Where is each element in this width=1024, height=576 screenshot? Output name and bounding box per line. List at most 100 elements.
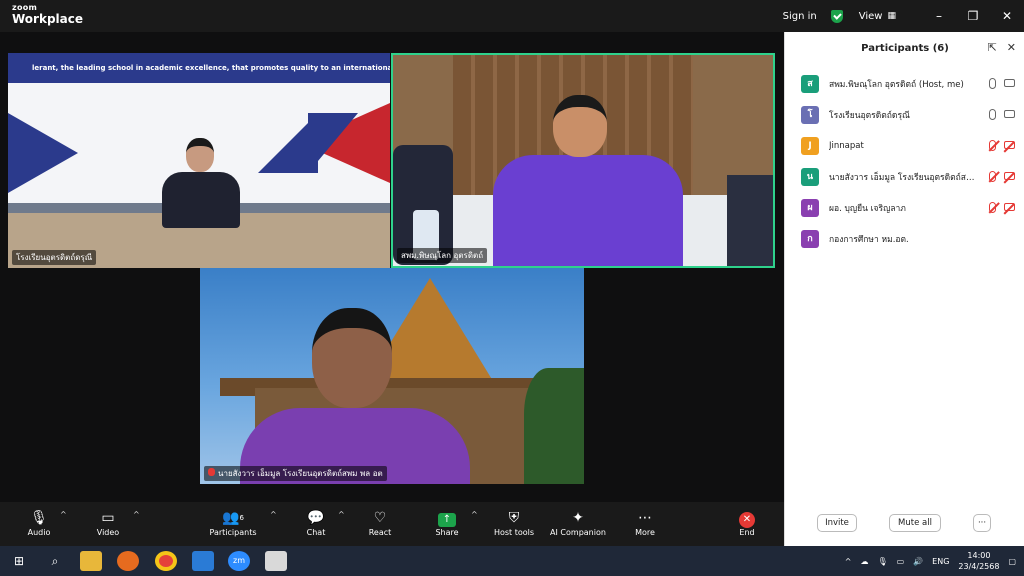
file-explorer-icon[interactable]	[80, 551, 102, 571]
participant-name: Jinnapat	[829, 140, 864, 151]
end-button[interactable]: ✕ End	[717, 508, 777, 537]
windows-start-icon[interactable]: ⊞	[8, 551, 30, 571]
video-camera-icon[interactable]	[1004, 110, 1015, 118]
shield-check-icon[interactable]	[830, 9, 843, 23]
participant-name: สพม.พิษณุโลก อุตรดิตถ์ (Host, me)	[829, 79, 964, 90]
firefox-icon[interactable]	[117, 551, 139, 571]
body	[162, 172, 240, 228]
participant-name: ผอ. บุญยืน เจริญลาภ	[829, 203, 906, 214]
mic-muted-icon[interactable]	[989, 202, 996, 213]
video-name-tag: สพม.พิษณุโลก อุตรดิตถ์	[397, 248, 488, 263]
speaker-head	[553, 95, 607, 157]
participants-panel: Participants (6) ⇱ ✕ สสพม.พิษณุโลก อุตรด…	[784, 32, 1024, 546]
time: 14:00	[967, 551, 991, 560]
participant-row[interactable]: โ โรงเรียนอุตรดิตถ์ดรุณี	[785, 99, 1024, 130]
notifications-icon[interactable]: ▢	[1008, 557, 1016, 566]
avatar: ส	[801, 74, 819, 93]
host-tools-button[interactable]: ⛨ Host tools	[484, 508, 544, 537]
search-icon[interactable]: ⌕	[44, 551, 66, 571]
camera-off-icon[interactable]	[1004, 141, 1015, 149]
popout-icon[interactable]: ⇱	[988, 41, 997, 54]
network-icon[interactable]: ▭	[897, 557, 905, 566]
cloud-icon[interactable]: ☁	[860, 557, 868, 566]
language-indicator[interactable]: ENG	[932, 557, 949, 566]
photos-icon[interactable]	[265, 551, 287, 571]
video-tile-active-speaker[interactable]: สพม.พิษณุโลก อุตรดิตถ์	[391, 53, 775, 268]
video-name-tag: โรงเรียนอุตรดิตถ์ดรุณี	[12, 250, 97, 265]
avatar: โ	[801, 105, 819, 124]
avatar: ผ	[801, 198, 819, 217]
video-tile-school[interactable]: lerant, the leading school in academic e…	[8, 53, 390, 268]
video-name-tag: นายสังวาร เอ็มมูล โรงเรียนอุตรดิตถ์สพม พ…	[204, 466, 387, 481]
participants-icon: 👥6	[222, 510, 244, 526]
video-button[interactable]: ▭ Video	[78, 508, 138, 537]
chat-options-chevron-icon[interactable]: ^	[338, 510, 345, 519]
view-button[interactable]: View ▦	[859, 11, 896, 22]
mic-muted-icon[interactable]	[989, 171, 996, 182]
participants-options-chevron-icon[interactable]: ^	[270, 510, 277, 519]
video-label: Video	[96, 528, 120, 537]
close-button[interactable]: ✕	[990, 9, 1024, 23]
avatar: ก	[801, 229, 819, 248]
participant-row[interactable]: ก กองการศึกษา หม.อต.	[785, 223, 1024, 254]
volume-icon[interactable]: 🔊	[913, 557, 923, 566]
zoom-logo: zoom Workplace	[12, 4, 83, 26]
audio-options-chevron-icon[interactable]: ^	[60, 510, 67, 519]
share-label: Share	[435, 528, 459, 537]
participant-head	[312, 308, 392, 408]
chrome-icon[interactable]	[155, 551, 177, 571]
meeting-toolbar: 🎙 Audio ^ ▭ Video ^ 👥6 Participants ^ 💬 …	[0, 502, 784, 546]
participant-row[interactable]: ผ ผอ. บุญยืน เจริญลาภ	[785, 192, 1024, 223]
participant-name: โรงเรียนอุตรดิตถ์ดรุณี	[829, 110, 910, 121]
microphone-icon[interactable]	[989, 109, 996, 120]
minimize-button[interactable]: –	[922, 9, 956, 23]
view-label: View	[858, 10, 883, 22]
more-button[interactable]: ⋯ More	[615, 508, 675, 537]
audio-label: Audio	[27, 528, 51, 537]
head	[186, 138, 214, 172]
zoom-taskbar-icon[interactable]: zm	[228, 551, 250, 571]
show-hidden-icons-icon[interactable]: ^	[845, 557, 852, 566]
react-button[interactable]: ♡ React	[350, 508, 410, 537]
ai-companion-button[interactable]: ✦ AI Companion	[548, 508, 608, 537]
sparkle-icon: ✦	[572, 510, 584, 526]
participants-button[interactable]: 👥6 Participants	[203, 508, 263, 537]
react-label: React	[368, 528, 392, 537]
share-options-chevron-icon[interactable]: ^	[471, 510, 478, 519]
banner-text: lerant, the leading school in academic e…	[32, 64, 390, 72]
backdrop-shape	[8, 113, 78, 193]
mute-all-button[interactable]: Mute all	[889, 514, 941, 532]
microphone-icon[interactable]	[989, 78, 996, 89]
share-button[interactable]: ↑ Share	[417, 508, 477, 537]
grid-icon: ▦	[887, 11, 896, 21]
restore-button[interactable]: ❐	[956, 9, 990, 23]
sign-in-link[interactable]: Sign in	[783, 11, 817, 22]
more-options-button[interactable]: ···	[973, 514, 991, 532]
close-panel-icon[interactable]: ✕	[1007, 41, 1016, 54]
chat-button[interactable]: 💬 Chat	[286, 508, 346, 537]
mic-muted-icon[interactable]	[989, 140, 996, 151]
participants-label: Participants	[209, 528, 257, 537]
invite-button[interactable]: Invite	[817, 514, 857, 532]
participant-row[interactable]: น นายสังวาร เอ็มมูล โรงเรียนอุตรดิตถ์สพ..…	[785, 161, 1024, 192]
share-screen-icon: ↑	[438, 513, 456, 527]
camera-off-icon[interactable]	[1004, 203, 1015, 211]
app-icon[interactable]	[192, 551, 214, 571]
speaker-body	[493, 155, 683, 266]
participant-row[interactable]: J Jinnapat	[785, 130, 1024, 161]
more-dots-icon: ⋯	[638, 510, 652, 526]
clock[interactable]: 14:00 23/4/2568	[958, 550, 999, 572]
shield-icon: ⛨	[508, 510, 520, 526]
video-tile-temple-bg[interactable]: นายสังวาร เอ็มมูล โรงเรียนอุตรดิตถ์สพม พ…	[200, 268, 584, 484]
participant-video-figure	[156, 138, 248, 228]
camera-off-icon[interactable]	[1004, 172, 1015, 180]
video-camera-icon[interactable]	[1004, 79, 1015, 87]
avatar: น	[801, 167, 819, 186]
chat-icon: 💬	[307, 510, 325, 526]
video-name-text: นายสังวาร เอ็มมูล โรงเรียนอุตรดิตถ์สพม พ…	[218, 469, 383, 478]
tray-mic-icon[interactable]: 🎙	[877, 557, 887, 566]
tree	[524, 368, 584, 484]
heart-icon: ♡	[373, 510, 387, 526]
video-options-chevron-icon[interactable]: ^	[133, 510, 140, 519]
participant-row[interactable]: ส สพม.พิษณุโลก อุตรดิตถ์ (Host, me)	[785, 68, 1024, 99]
